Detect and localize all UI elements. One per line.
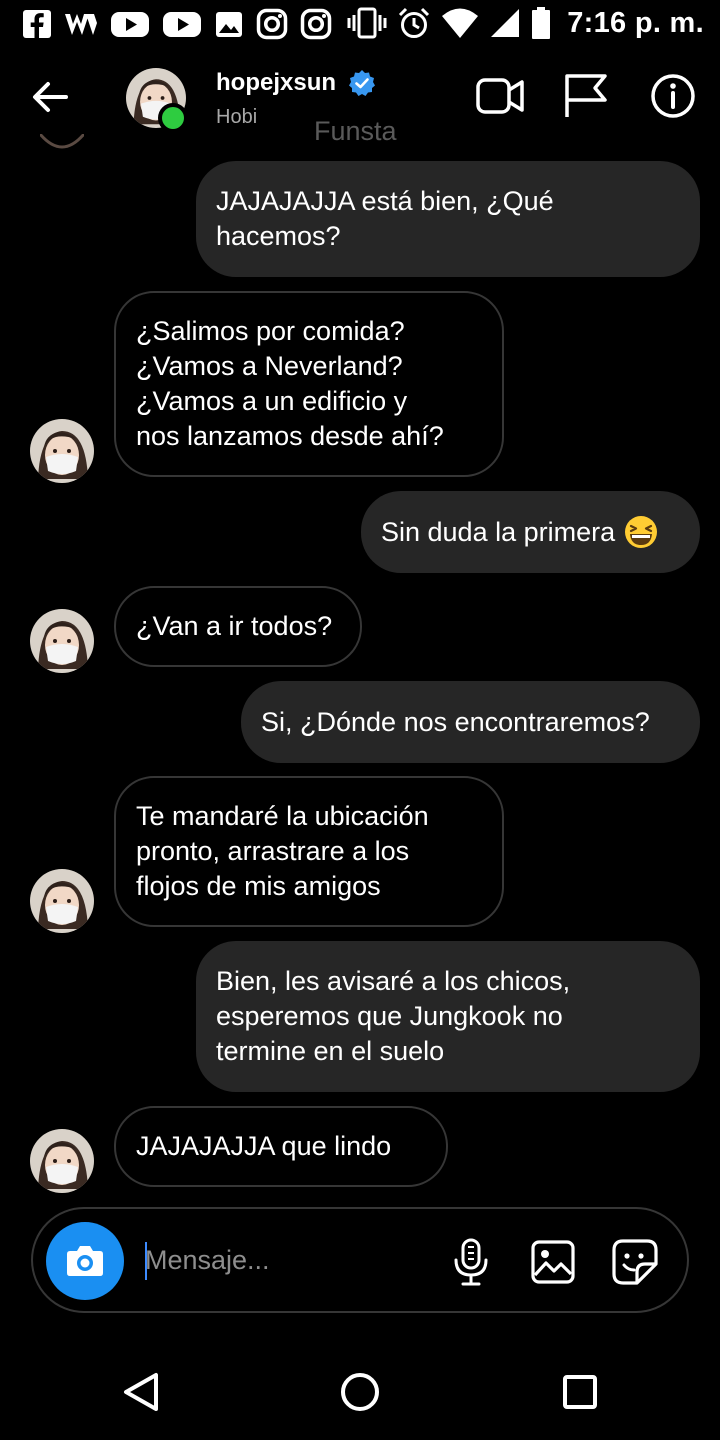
signal-icon [491,9,520,37]
video-call-icon[interactable] [475,75,525,117]
message-text: ¿Van a ir todos? [136,611,333,641]
clock: 7:16 p. m. [567,6,704,39]
message-bubble-outgoing[interactable]: Bien, les avisaré a los chicos, esperemo… [196,941,700,1092]
message-bubble-incoming[interactable]: ¿Van a ir todos? [114,586,362,667]
watermark-text: Funsta [314,116,397,146]
instagram-icon [256,8,288,40]
system-navigation-bar [0,1340,720,1440]
message-text: Bien, les avisaré a los chicos, esperemo… [216,966,571,1066]
chat-header: hopejxsun Hobi Funsta [0,55,720,146]
sender-avatar[interactable] [30,419,94,483]
gallery-icon [216,12,242,37]
sender-avatar[interactable] [30,1129,94,1193]
facebook-icon [23,10,51,38]
camera-button[interactable] [46,1222,124,1300]
message-text: Si, ¿Dónde nos encontraremos? [261,706,650,737]
contact-avatar[interactable] [126,68,188,133]
gallery-icon[interactable] [530,1239,576,1285]
username[interactable]: hopejxsun [216,69,336,97]
text-cursor [145,1242,147,1280]
message-text: ¿Salimos por comida? ¿Vamos a Neverland?… [136,316,444,451]
message-bubble-outgoing[interactable]: Si, ¿Dónde nos encontraremos? [241,681,700,763]
contact-name: Hobi [216,106,258,128]
grinning-squinting-face-emoji [625,516,658,548]
home-circle-icon[interactable] [338,1370,382,1414]
online-status-dot [158,103,188,133]
sender-avatar[interactable] [30,869,94,933]
recents-square-icon[interactable] [558,1370,602,1414]
status-bar: 7:16 p. m. [0,0,720,50]
sender-avatar[interactable] [30,609,94,673]
vibrate-icon [347,7,387,39]
verified-badge-icon [349,70,376,96]
microphone-icon[interactable] [450,1237,492,1287]
scrolled-avatar-edge [40,134,84,154]
webtoon-icon [65,14,97,35]
instagram-icon [300,8,332,40]
message-text: JAJAJAJJA que lindo [136,1131,392,1161]
flag-icon[interactable] [561,71,611,121]
message-bubble-incoming[interactable]: ¿Salimos por comida? ¿Vamos a Neverland?… [114,291,504,477]
message-bubble-incoming[interactable]: Te mandaré la ubicación pronto, arrastra… [114,776,504,927]
message-text: Te mandaré la ubicación pronto, arrastra… [136,801,429,901]
message-text: Sin duda la primera [381,516,616,547]
sticker-icon[interactable] [611,1238,659,1286]
message-text: JAJAJAJJA está bien, ¿Qué hacemos? [216,186,554,251]
battery-icon [532,7,551,39]
message-composer [31,1207,689,1313]
message-input[interactable] [145,1237,425,1283]
alarm-icon [399,7,430,38]
message-bubble-outgoing[interactable]: JAJAJAJJA está bien, ¿Qué hacemos? [196,161,700,277]
youtube-icon [111,12,149,37]
message-bubble-outgoing[interactable]: Sin duda la primera [361,491,700,573]
back-arrow-icon[interactable] [28,75,72,119]
message-bubble-incoming[interactable]: JAJAJAJJA que lindo [114,1106,448,1187]
youtube-icon [163,12,201,37]
wifi-icon [442,8,479,38]
camera-icon [67,1246,103,1276]
info-icon[interactable] [650,73,696,119]
back-triangle-icon[interactable] [120,1370,164,1414]
